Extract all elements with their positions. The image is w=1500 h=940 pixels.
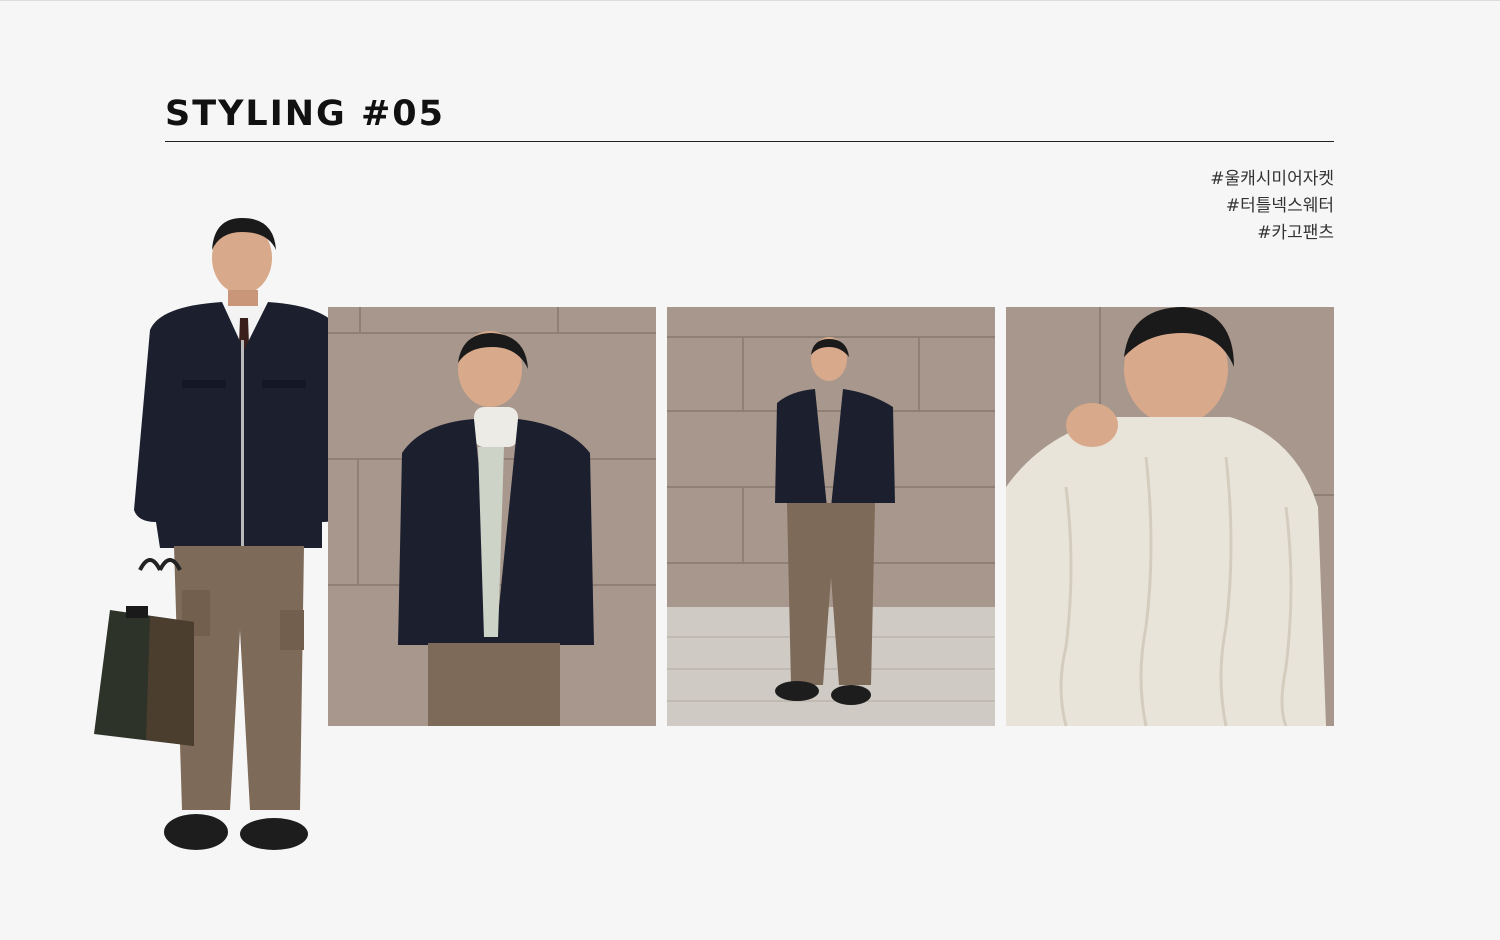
title-divider [165,141,1334,142]
top-border [0,0,1500,1]
hashtag-sweater: #터틀넥스웨터 [1225,196,1334,216]
photo-upper-body [328,307,656,726]
photo-full-body [667,307,995,726]
hashtag-pants: #카고팬츠 [1257,223,1334,243]
full-body-cutout-image [90,210,350,860]
hashtag-jacket: #울캐시미어자켓 [1210,169,1334,189]
photo-turtleneck-closeup [1006,307,1334,726]
page-title: STYLING #05 [165,94,445,134]
hashtag-list: #울캐시미어자켓 #터틀넥스웨터 #카고팬츠 [1210,166,1334,247]
styling-page: STYLING #05 #울캐시미어자켓 #터틀넥스웨터 #카고팬츠 [0,0,1500,940]
